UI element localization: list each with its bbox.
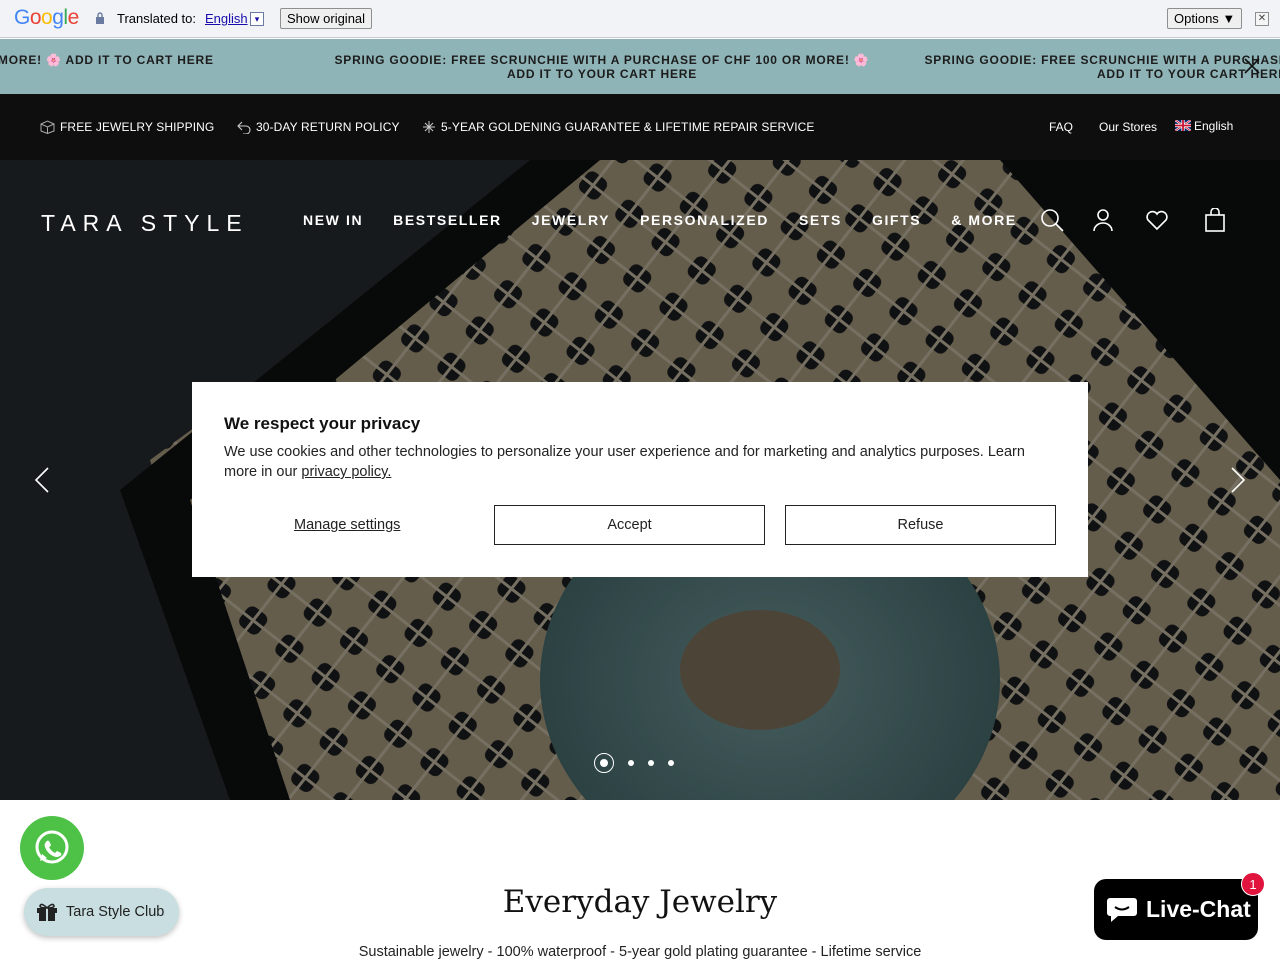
announcement-item[interactable]: SPRING GOODIE: FREE SCRUNCHIE WITH A PUR… [322, 53, 882, 81]
shipping-text: FREE JEWELRY SHIPPING [60, 120, 215, 134]
chat-bubble-icon [1107, 897, 1137, 922]
chevron-left-icon[interactable] [34, 467, 50, 493]
cart-bag-icon[interactable] [1203, 208, 1227, 232]
translate-language-link[interactable]: English [205, 11, 248, 26]
main-nav: NEW IN BESTSELLER JEWELRY PERSONALIZED S… [303, 212, 1017, 228]
lock-icon [96, 12, 104, 24]
close-icon[interactable]: ✕ [1255, 12, 1269, 26]
nav-personalized[interactable]: PERSONALIZED [640, 212, 769, 228]
close-icon[interactable] [1242, 56, 1262, 76]
shipping-info: FREE JEWELRY SHIPPING [40, 120, 214, 134]
returns-info: 30-DAY RETURN POLICY [237, 120, 400, 134]
box-icon [40, 120, 55, 134]
nav-gifts[interactable]: GIFTS [872, 212, 921, 228]
announcement-item[interactable]: PURCHASE OF CHF 100 OR MORE! 🌸 ADD IT TO… [0, 53, 295, 67]
site-header: TARA STYLE NEW IN BESTSELLER JEWELRY PER… [0, 160, 1280, 280]
chevron-down-icon[interactable]: ▾ [250, 12, 264, 26]
slide-dot-4[interactable] [668, 760, 674, 766]
chevron-right-icon[interactable] [1230, 467, 1246, 493]
privacy-title: We respect your privacy [224, 414, 421, 433]
announcement-bar: PURCHASE OF CHF 100 OR MORE! 🌸 ADD IT TO… [0, 39, 1280, 94]
google-logo: Google [14, 6, 79, 29]
gift-icon [37, 903, 57, 921]
unread-count-badge: 1 [1241, 872, 1265, 896]
accept-button[interactable]: Accept [494, 505, 765, 545]
guarantee-text: 5-YEAR GOLDENING GUARANTEE & LIFETIME RE… [441, 120, 815, 134]
nav-bestseller[interactable]: BESTSELLER [393, 212, 502, 228]
live-chat-label: Live-Chat [1146, 896, 1251, 922]
search-icon[interactable] [1040, 208, 1064, 232]
info-bar: FREE JEWELRY SHIPPING 30-DAY RETURN POLI… [0, 94, 1280, 160]
club-label: Tara Style Club [66, 904, 165, 920]
announcement-item[interactable]: SPRING GOODIE: FREE SCRUNCHIE WITH A PUR… [912, 53, 1280, 81]
whatsapp-button[interactable] [20, 816, 84, 880]
nav-more[interactable]: & MORE [951, 212, 1017, 228]
section-subtitle: Sustainable jewelry - 100% waterproof - … [358, 944, 922, 960]
returns-text: 30-DAY RETURN POLICY [256, 120, 400, 134]
manage-settings-button[interactable]: Manage settings [294, 517, 400, 533]
return-arrow-icon [237, 121, 251, 134]
guarantee-info: 5-YEAR GOLDENING GUARANTEE & LIFETIME RE… [422, 120, 815, 134]
faq-link[interactable]: FAQ [1049, 120, 1073, 134]
our-stores-link[interactable]: Our Stores [1099, 120, 1157, 134]
language-label: English [1194, 119, 1234, 133]
privacy-dialog: We respect your privacy We use cookies a… [192, 382, 1088, 577]
refuse-button[interactable]: Refuse [785, 505, 1056, 545]
show-original-button[interactable]: Show original [280, 8, 373, 29]
nav-sets[interactable]: SETS [799, 212, 842, 228]
whatsapp-icon [35, 830, 69, 864]
loyalty-club-button[interactable]: Tara Style Club [24, 888, 179, 936]
nav-jewelry[interactable]: JEWELRY [532, 212, 610, 228]
privacy-policy-link[interactable]: privacy policy. [301, 464, 391, 480]
sparkle-icon [423, 121, 435, 133]
live-chat-button[interactable]: Live-Chat [1094, 879, 1258, 940]
translated-to-label: Translated to: [117, 11, 197, 26]
slider-pagination [594, 753, 674, 773]
uk-flag-icon [1175, 120, 1191, 131]
section-title: Everyday Jewelry [502, 884, 778, 920]
wishlist-heart-icon[interactable] [1145, 208, 1169, 232]
slide-dot-2[interactable] [628, 760, 634, 766]
translate-options-button[interactable]: Options ▼ [1167, 8, 1243, 29]
slide-dot-3[interactable] [648, 760, 654, 766]
language-selector[interactable]: English [1175, 119, 1233, 133]
privacy-text: We use cookies and other technologies to… [224, 442, 1054, 482]
nav-new-in[interactable]: NEW IN [303, 212, 363, 228]
account-icon[interactable] [1091, 208, 1115, 232]
slide-dot-1[interactable] [594, 753, 614, 773]
site-logo[interactable]: TARA STYLE [41, 210, 249, 237]
translate-bar: Google Translated to: English ▾ Show ori… [0, 0, 1280, 38]
